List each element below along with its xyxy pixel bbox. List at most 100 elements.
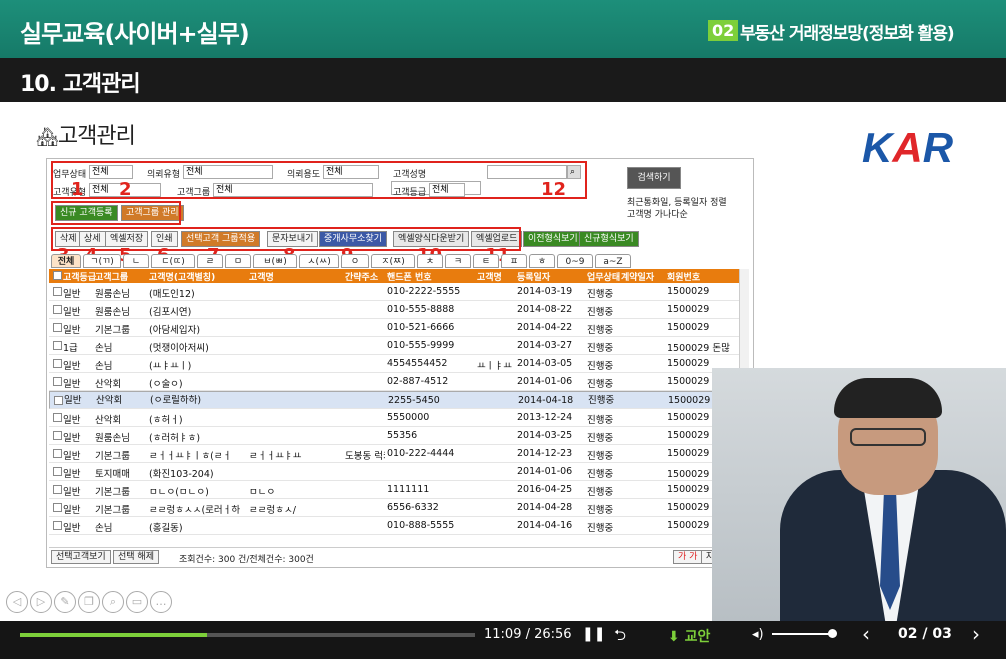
table-row[interactable]: 일반 기본그룹 ㄹㄹ렁ㅎㅅㅅ(로러ㅓ하 ㄹㄹ렁ㅎㅅ/6556-6332 2014-04-… (49, 499, 739, 517)
row-checkbox[interactable] (53, 467, 62, 476)
more-icon[interactable]: … (150, 591, 172, 613)
table-cell: 손님 (95, 343, 113, 354)
search-button[interactable]: 검색하기 (627, 167, 681, 189)
table-row[interactable]: 일반 기본그룹 ㅁㄴㅇ(ㅁㄴㅇ) ㅁㄴㅇ 1111111 2016-04-25 진행중 150… (49, 481, 739, 499)
table-row[interactable]: 일반 산악회 (ㅇ술ㅇ) 02-887-4512 2014-01-06 진행중 150002… (49, 373, 739, 391)
tab-15[interactable]: 0~9 (557, 254, 593, 268)
table-cell: 2014-01-06 (517, 376, 573, 387)
column-header[interactable]: 업무상태 (587, 270, 620, 283)
new-format-button[interactable]: 신규형식보기 (579, 231, 639, 247)
row-checkbox[interactable] (53, 323, 62, 332)
column-header[interactable]: 고객명 (477, 270, 502, 283)
tab-9[interactable]: ㅈ(ㅉ) (371, 254, 415, 268)
pause-button[interactable]: ❚❚ (582, 626, 605, 642)
column-header[interactable]: 등록일자 (517, 270, 550, 283)
tab-6[interactable]: ㅂ(ㅃ) (253, 254, 297, 268)
tab-14[interactable]: ㅎ (529, 254, 555, 268)
tab-3[interactable]: ㄷ(ㄸ) (151, 254, 195, 268)
table-row[interactable]: 일반 원룸손님 (ㅎ러허ㅑㅎ) 55356 2014-03-25 진행중 1500029 (49, 427, 739, 445)
tab-1[interactable]: ㄱ(ㄲ) (83, 254, 121, 268)
copy-icon[interactable]: ❐ (78, 591, 100, 613)
row-checkbox[interactable] (54, 396, 63, 405)
home-icon: 🏘 (36, 127, 59, 148)
row-checkbox[interactable] (53, 431, 62, 440)
old-format-button[interactable]: 이전형식보기 (523, 231, 583, 247)
table-cell: 원룸손님 (95, 433, 130, 444)
column-header[interactable]: 계약일자 (621, 270, 654, 283)
column-header[interactable]: 고객등급 (63, 270, 96, 283)
row-checkbox[interactable] (53, 485, 62, 494)
column-header[interactable]: 회원번호 (667, 270, 700, 283)
table-cell: 일반 (63, 433, 81, 444)
column-header[interactable]: 고객그룹 (95, 270, 128, 283)
zoom-icon[interactable]: ⌕ (102, 591, 124, 613)
table-row[interactable]: 일반 산악회 (ㅎ허ㅓ) 5550000 2013-12-24 진행중 1500029 (49, 409, 739, 427)
tab-10[interactable]: ㅊ (417, 254, 443, 268)
row-checkbox[interactable] (53, 521, 62, 530)
column-header[interactable]: 고객명 (249, 270, 274, 283)
row-checkbox[interactable] (53, 359, 62, 368)
back-icon[interactable]: ◁ (6, 591, 28, 613)
table-row[interactable]: 일반 토지매매 (화진103-204) 2014-01-06 진행중 1500029 급하 (49, 463, 739, 481)
table-row[interactable]: 일반 기본그룹 ㄹㅓㅓㅛㅑㅣㅎ(ㄹㅓ ㄹㅓㅓㅛㅑㅛ 도봉동 럭키 101동 10010-… (49, 445, 739, 463)
table-cell: 2255-5450 (388, 395, 440, 406)
prev-page-icon[interactable]: ‹ (862, 622, 870, 646)
font-size-button[interactable]: 가 가 (673, 550, 703, 564)
tab-16[interactable]: a~Z (595, 254, 631, 268)
column-header[interactable]: 고객명(고객별칭) (149, 270, 215, 283)
tab-0[interactable]: 전체 (51, 254, 81, 268)
page-title: 🏘고객관리 (36, 124, 136, 149)
table-cell: (ㅎ허ㅓ) (149, 415, 183, 426)
screen-icon[interactable]: ▭ (126, 591, 148, 613)
repeat-icon[interactable]: ⮌ (614, 625, 626, 650)
table-row[interactable]: 일반 원룸손님 (김포시연) 010-555-8888 2014-08-22 진행중 150… (49, 301, 739, 319)
deselect-button[interactable]: 선택 해제 (113, 550, 159, 564)
table-footer: 선택고객보기 선택 해제 조회건수: 300 건/전체건수: 300건 가 가 … (49, 547, 749, 565)
row-checkbox[interactable] (53, 287, 62, 296)
tab-4[interactable]: ㄹ (197, 254, 223, 268)
table-cell: 일반 (63, 415, 81, 426)
volume-slider[interactable] (772, 633, 832, 635)
table-cell: 진행중 (587, 289, 614, 300)
table-row[interactable]: 일반손님(ㅛㅑㅛㅣ)4554554452ㅛㅣㅑㅛㅣ2014-03-05진행중15… (49, 355, 739, 373)
select-all-checkbox[interactable] (53, 271, 62, 280)
view-selected-button[interactable]: 선택고객보기 (51, 550, 111, 564)
table-row[interactable]: 1급 손님 (멋쟁이아저씨) 010-555-9999 2014-03-27 진행중 150… (49, 337, 739, 355)
table-cell: 원룸손님 (95, 307, 130, 318)
tab-8[interactable]: ㅇ (341, 254, 369, 268)
column-header[interactable]: 간략주소 (345, 270, 378, 283)
play-icon[interactable]: ▷ (30, 591, 52, 613)
row-checkbox[interactable] (53, 449, 62, 458)
tab-2[interactable]: ㄴ (123, 254, 149, 268)
table-row[interactable]: 일반 원룸손님 (매도인12) 010-2222-5555 2014-03-19 진행중 1… (49, 283, 739, 301)
table-cell: 진행중 (587, 379, 614, 390)
download-notes-button[interactable]: ⬇ 교안 (668, 626, 710, 646)
tab-13[interactable]: ㅍ (501, 254, 527, 268)
table-cell: (아담세입자) (149, 325, 201, 336)
table-cell: 진행중 (587, 343, 614, 354)
pen-icon[interactable]: ✎ (54, 591, 76, 613)
tab-11[interactable]: ㅋ (445, 254, 471, 268)
table-row[interactable]: 일반 산악회 (ㅇ로릴하하) 2255-5450 2014-04-18 진행중 150002… (49, 391, 739, 409)
table-cell: 일반 (63, 505, 81, 516)
row-checkbox[interactable] (53, 341, 62, 350)
table-cell: ㄹㅓㅓㅛㅑㅛ (249, 451, 302, 462)
table-row[interactable]: 일반 기본그룹 (아담세입자) 010-521-6666 2014-04-22 진행중 15… (49, 319, 739, 337)
lesson-title: 10. 고객관리 (20, 72, 141, 97)
next-page-icon[interactable]: › (972, 622, 980, 646)
sort-option-name[interactable]: 고객명 가나다순 (627, 207, 688, 220)
volume-icon[interactable]: ◂) (752, 627, 764, 642)
table-row[interactable]: 일반 손님 (홍길동) 010-888-5555 2014-04-16 진행중 150002… (49, 517, 739, 535)
progress-bar[interactable] (20, 633, 475, 637)
column-header[interactable]: 핸드폰 번호 (387, 270, 432, 283)
row-checkbox[interactable] (53, 503, 62, 512)
row-checkbox[interactable] (53, 305, 62, 314)
tab-5[interactable]: ㅁ (225, 254, 251, 268)
row-checkbox[interactable] (53, 413, 62, 422)
tab-7[interactable]: ㅅ(ㅆ) (299, 254, 339, 268)
table-cell: ㅛㅣㅑㅛㅣ (477, 361, 515, 372)
app-screenshot: 업무상태 전체 의뢰유형 전체 의뢰용도 전체 고객성명 ⌕ 고객유형 전체 고… (46, 158, 754, 568)
tab-12[interactable]: ㅌ (473, 254, 499, 268)
volume-knob[interactable] (828, 629, 837, 638)
row-checkbox[interactable] (53, 377, 62, 386)
